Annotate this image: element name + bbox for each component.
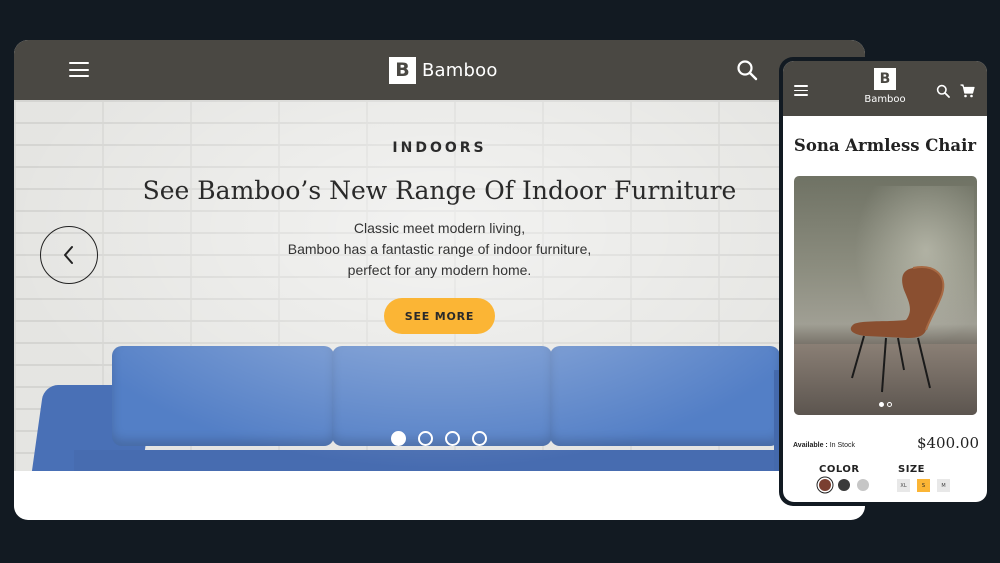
desktop-mockup: B Bamboo INDOORS See Bamboo’s New Range … bbox=[14, 40, 865, 520]
brand-name: Bamboo bbox=[864, 94, 906, 105]
brand-name: Bamboo bbox=[422, 59, 498, 81]
hero-eyebrow: INDOORS bbox=[392, 140, 487, 156]
brand-logo[interactable]: B Bamboo bbox=[389, 55, 498, 85]
image-pagination bbox=[879, 402, 892, 407]
carousel-pagination bbox=[391, 431, 487, 446]
desktop-header: B Bamboo bbox=[14, 40, 865, 100]
hero-subtext: Classic meet modern living, Bamboo has a… bbox=[14, 218, 865, 281]
availability-label: Available : bbox=[793, 442, 828, 449]
carousel-dot[interactable] bbox=[391, 431, 406, 446]
availability-value: In Stock bbox=[829, 442, 856, 449]
see-more-button[interactable]: SEE MORE bbox=[384, 298, 495, 334]
search-icon[interactable] bbox=[936, 83, 950, 102]
color-swatch-dark-gray[interactable] bbox=[838, 479, 850, 491]
size-options: XL S M bbox=[897, 479, 950, 492]
color-label: COLOR bbox=[819, 464, 860, 475]
hero-subtext-line: Bamboo has a fantastic range of indoor f… bbox=[287, 241, 592, 257]
logo-mark-icon: B bbox=[389, 56, 416, 84]
carousel-dot[interactable] bbox=[418, 431, 433, 446]
logo-mark-icon: B bbox=[874, 68, 896, 90]
brand-logo[interactable]: B Bamboo bbox=[855, 68, 915, 105]
product-price: $400.00 bbox=[916, 434, 979, 452]
mobile-screen: B Bamboo Sona Armless Chair Available: … bbox=[783, 61, 987, 502]
hero-subtext-line: perfect for any modern home. bbox=[347, 262, 532, 278]
product-image[interactable] bbox=[794, 176, 977, 415]
carousel-dot[interactable] bbox=[445, 431, 460, 446]
image-dot[interactable] bbox=[879, 402, 884, 407]
hamburger-menu-icon[interactable] bbox=[69, 62, 89, 77]
color-swatch-brown[interactable] bbox=[819, 479, 831, 491]
hamburger-menu-icon[interactable] bbox=[794, 85, 808, 96]
color-swatch-light-gray[interactable] bbox=[857, 479, 869, 491]
availability: Available : In Stock bbox=[793, 442, 855, 449]
hero-headline: See Bamboo’s New Range Of Indoor Furnitu… bbox=[142, 176, 737, 205]
size-option-m[interactable]: M bbox=[937, 479, 950, 492]
mobile-mockup: B Bamboo Sona Armless Chair Available: … bbox=[779, 57, 991, 506]
chair-illustration bbox=[850, 266, 945, 393]
hero-carousel: INDOORS See Bamboo’s New Range Of Indoor… bbox=[14, 100, 865, 471]
carousel-dot[interactable] bbox=[472, 431, 487, 446]
chevron-left-icon bbox=[64, 246, 73, 264]
size-option-xl[interactable]: XL bbox=[897, 479, 910, 492]
carousel-prev-button[interactable] bbox=[40, 226, 98, 284]
hero-subtext-line: Classic meet modern living, bbox=[353, 220, 526, 236]
search-icon[interactable] bbox=[736, 59, 758, 81]
size-option-s[interactable]: S bbox=[917, 479, 930, 492]
image-dot[interactable] bbox=[887, 402, 892, 407]
sofa-image bbox=[14, 340, 865, 471]
cart-icon[interactable] bbox=[960, 83, 975, 102]
size-label: SIZE bbox=[898, 464, 926, 475]
color-swatches bbox=[819, 479, 869, 491]
mobile-header: B Bamboo bbox=[783, 61, 987, 116]
